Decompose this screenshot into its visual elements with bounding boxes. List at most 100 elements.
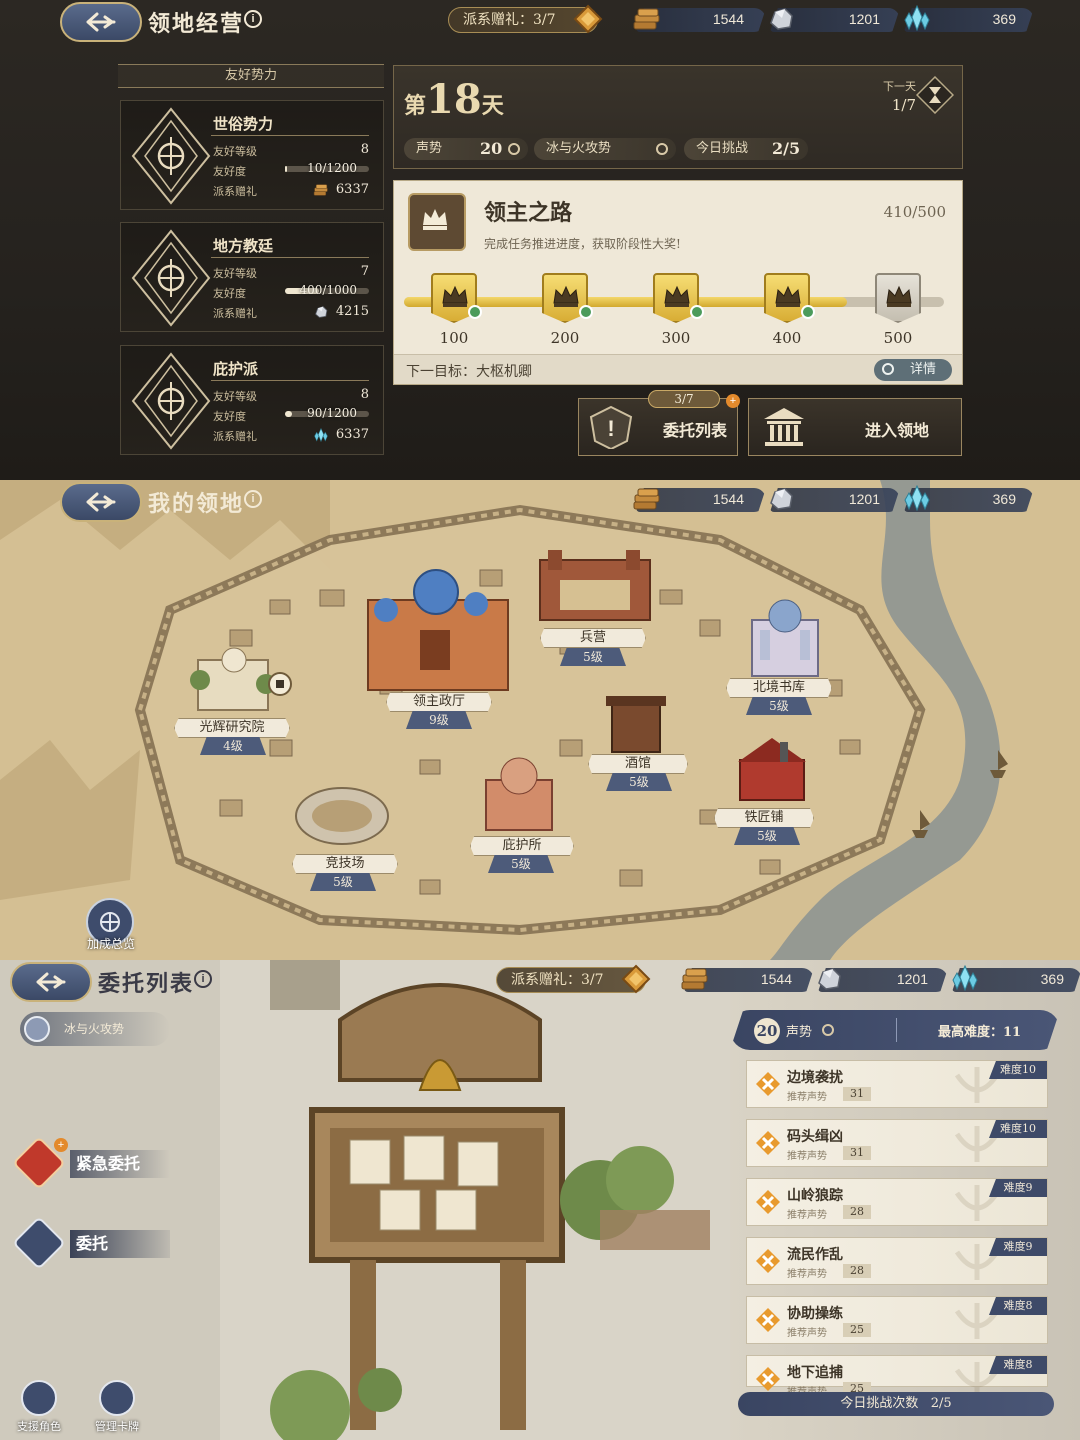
faction-gift-badge[interactable]: 派系赠礼：3/7: [448, 7, 598, 33]
crystal-icon: [950, 965, 980, 991]
quest-name: 码头缉凶: [787, 1129, 843, 1145]
faction-gift-value: 6337: [335, 182, 369, 197]
faction-name: 地方教廷: [213, 237, 274, 255]
building-barracks[interactable]: 兵营: [540, 628, 646, 648]
milestone-label: 200: [550, 329, 580, 347]
quest-icon: [755, 1248, 781, 1274]
quest-item[interactable]: 协助操练 推荐声势 25 难度8: [746, 1296, 1048, 1344]
friendship-label: 友好度: [213, 410, 246, 423]
friendship-row: 友好度 10/1200: [213, 161, 369, 179]
faction-gift-value: 4215: [335, 304, 369, 319]
checkmark-icon: [468, 305, 482, 319]
crossed-swords-icon: [12, 1216, 66, 1270]
ore-amount: 1201: [848, 11, 880, 27]
faction-card-sanctuary[interactable]: 庇护派 友好等级 8 友好度 90/1200 派系赠礼 6337: [120, 345, 384, 455]
lord-road-panel: 领主之路 完成任务推进进度，获取阶段性大奖! 410/500 100 200 300…: [393, 180, 963, 385]
friendship-row: 友好度 400/1000: [213, 283, 369, 301]
prestige-chip[interactable]: 声势 20: [404, 138, 528, 160]
building-level: 5级: [746, 697, 812, 715]
back-button[interactable]: [60, 2, 142, 42]
faction-gift-badge[interactable]: 派系赠礼：3/7: [496, 967, 646, 993]
building-level: 5级: [310, 873, 376, 891]
support-character-button[interactable]: 支援角色: [14, 1380, 64, 1434]
territory-map-illustration: [0, 480, 1080, 960]
gift-gem-icon: [621, 964, 651, 994]
building-level: 5级: [734, 827, 800, 845]
manage-cards-button[interactable]: 管理卡牌: [92, 1380, 142, 1434]
urgent-commission-menu[interactable]: + 紧急委托: [12, 1136, 184, 1190]
quest-name: 地下追捕: [787, 1365, 843, 1381]
quest-item[interactable]: 地下追捕推荐声势25难度8: [746, 1355, 1048, 1398]
daily-challenge-value: 2/5: [772, 139, 801, 158]
friend-level-label: 友好等级: [213, 145, 257, 158]
quest-item[interactable]: 流民作乱 推荐声势 28 难度9: [746, 1237, 1048, 1285]
crystal-icon: [902, 485, 932, 511]
faction-gift-text: 派系赠礼：3/7: [463, 12, 556, 28]
milestone-500[interactable]: [875, 273, 921, 323]
plus-icon: +: [54, 1138, 68, 1152]
ore-amount: 1201: [896, 971, 928, 987]
building-radiance-institute[interactable]: 光辉研究院: [174, 718, 290, 738]
info-icon[interactable]: i: [244, 10, 262, 28]
building-tavern[interactable]: 酒馆: [588, 754, 688, 774]
ore-icon: [814, 966, 844, 992]
territory-management-panel: 领地经营 i 派系赠礼：3/7 1544 1201 369 友好势力 世俗势力 …: [0, 0, 1080, 480]
faction-gift-row: 派系赠礼 4215: [213, 304, 369, 321]
back-button[interactable]: [10, 962, 92, 1002]
wood-icon: [313, 183, 329, 197]
bonus-overview-label: 加成总览: [86, 937, 135, 951]
region-chip[interactable]: 冰与火攻势: [534, 138, 676, 160]
faction-gift-value: 6337: [335, 427, 369, 442]
building-shelter[interactable]: 庇护所: [470, 836, 574, 856]
quest-item[interactable]: 码头缉凶 推荐声势 31 难度10: [746, 1119, 1048, 1167]
details-button[interactable]: 详情: [874, 359, 952, 381]
svg-text:!: !: [607, 416, 614, 441]
commission-menu[interactable]: 委托: [12, 1216, 184, 1270]
lord-road-subtitle: 完成任务推进进度，获取阶段性大奖!: [484, 237, 681, 251]
faction-name: 世俗势力: [213, 115, 274, 133]
hourglass-icon[interactable]: [916, 76, 954, 114]
quest-icon: [755, 1130, 781, 1156]
recommended-prestige-value: 31: [843, 1087, 871, 1101]
daily-challenge-value: 2/5: [930, 1396, 952, 1411]
faction-card-church[interactable]: 地方教廷 友好等级 7 友好度 400/1000 派系赠礼 4215: [120, 222, 384, 332]
quest-icon: [755, 1307, 781, 1333]
crystal-icon: [313, 428, 329, 442]
quest-icon: [755, 1189, 781, 1215]
back-button[interactable]: [60, 482, 142, 522]
star-icon: [21, 1380, 57, 1416]
divider: [211, 135, 369, 136]
warning-shield-icon: !: [589, 405, 633, 449]
faction-gift-row: 派系赠礼 6337: [213, 182, 369, 199]
building-north-library[interactable]: 北境书库: [726, 678, 832, 698]
building-arena[interactable]: 竞技场: [292, 854, 398, 874]
difficulty-badge: 难度8: [989, 1356, 1047, 1374]
lord-road-progress: 410/500: [883, 203, 946, 221]
lord-road-footer: 下一目标：大枢机卿 详情: [394, 354, 962, 384]
milestone-label: 400: [772, 329, 802, 347]
crown-icon: [551, 283, 581, 309]
recommended-prestige-value: 28: [843, 1264, 871, 1278]
enter-territory-button[interactable]: 进入领地: [748, 398, 962, 456]
back-arrow-icon: [83, 11, 119, 33]
region-tag[interactable]: 冰与火攻势: [20, 1012, 170, 1046]
info-icon[interactable]: i: [194, 970, 212, 988]
daily-challenge-label: 今日挑战次数: [840, 1396, 919, 1411]
recommended-prestige-value: 25: [843, 1323, 871, 1337]
lord-road-title: 领主之路: [484, 200, 573, 226]
search-icon[interactable]: [822, 1024, 834, 1036]
friendship-label: 友好度: [213, 287, 246, 300]
crown-icon: [662, 283, 692, 309]
building-smithy[interactable]: 铁匠铺: [714, 808, 814, 828]
faction-card-secular[interactable]: 世俗势力 友好等级 8 友好度 10/1200 派系赠礼 6337: [120, 100, 384, 210]
info-icon[interactable]: i: [244, 490, 262, 508]
friendship-value: 10/1200: [307, 161, 357, 175]
quest-item[interactable]: 山岭狼踪 推荐声势 28 难度9: [746, 1178, 1048, 1226]
quest-item[interactable]: 边境袭扰 推荐声势 31 难度10: [746, 1060, 1048, 1108]
milestone-label: 500: [883, 329, 913, 347]
back-arrow-icon: [33, 971, 69, 993]
prestige-label: 声势: [786, 1025, 813, 1040]
building-lord-hall[interactable]: 领主政厅: [386, 692, 492, 712]
faction-gift-row: 派系赠礼 6337: [213, 427, 369, 444]
page-title: 领地经营: [148, 11, 245, 37]
